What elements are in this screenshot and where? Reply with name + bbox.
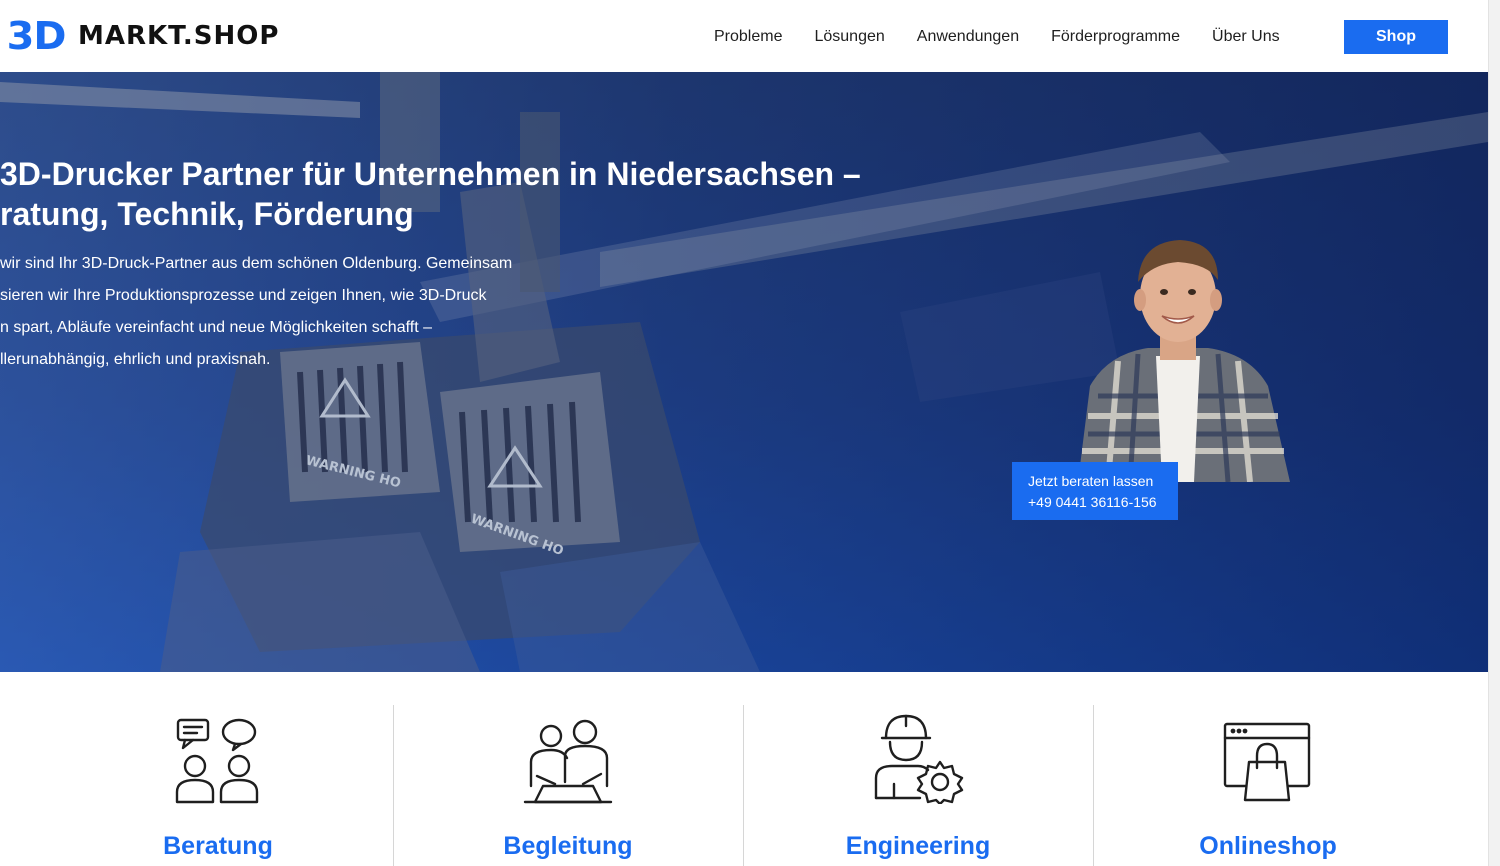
hero-text-line-4: llerunabhängig, ehrlich und praxisnah. [0,351,271,368]
nav-link-loesungen[interactable]: Lösungen [814,28,884,46]
browser-shopping-bag-icon [1223,722,1311,802]
cta-phone: +49 0441 36116-156 [1028,494,1157,510]
nav-link-foerderprogramme[interactable]: Förderprogramme [1051,28,1180,46]
main-nav: Probleme Lösungen Anwendungen Förderprog… [714,28,1312,46]
hero-title: 3D-Drucker Partner für Unternehmen in Ni… [0,154,920,234]
nav-link-ueber-uns[interactable]: Über Uns [1212,28,1280,46]
feature-label-onlineshop: Onlineshop [1199,832,1337,860]
site-header: 3D MARKT.SHOP Probleme Lösungen Anwendun… [0,0,1488,72]
shop-button[interactable]: Shop [1344,20,1448,54]
features-section: Beratung Begleitung Engineering Onlinesh… [0,672,1488,866]
nav-link-anwendungen[interactable]: Anwendungen [917,28,1019,46]
cta-label: Jetzt beraten lassen [1028,473,1154,489]
page: 3D MARKT.SHOP Probleme Lösungen Anwendun… [0,0,1500,866]
feature-label-beratung: Beratung [163,832,273,860]
hero-text-line-2: sieren wir Ihre Produktionsprozesse und … [0,287,487,304]
printer-block-2 [440,372,620,552]
page-scrollbar[interactable] [1488,0,1500,866]
nav-link-probleme[interactable]: Probleme [714,28,782,46]
hero-text-line-3: n spart, Abläufe vereinfacht und neue Mö… [0,319,432,336]
logo-mark: 3D [6,14,67,58]
engineer-gear-icon [874,714,964,804]
hero-title-line-2: ratung, Technik, Förderung [0,196,414,232]
feature-label-begleitung: Begleitung [503,832,633,860]
hero-description: wir sind Ihr 3D-Druck-Partner aus dem sc… [0,248,560,376]
consulting-chat-icon [175,718,259,804]
consultation-cta-button[interactable]: Jetzt beraten lassen +49 0441 36116-156 [1012,462,1178,520]
feature-onlineshop[interactable]: Onlineshop [1093,672,1443,866]
logo-wordmark: MARKT.SHOP [77,21,280,51]
consultant-photo [1078,240,1290,482]
hero-text-line-1: wir sind Ihr 3D-Druck-Partner aus dem sc… [0,255,513,272]
feature-beratung[interactable]: Beratung [43,672,393,866]
team-support-icon [523,719,613,804]
hero-title-line-1: 3D-Drucker Partner für Unternehmen in Ni… [0,156,861,192]
feature-begleitung[interactable]: Begleitung [393,672,743,866]
feature-label-engineering: Engineering [845,832,991,860]
site-logo[interactable]: 3D MARKT.SHOP [6,14,280,58]
feature-engineering[interactable]: Engineering [743,672,1093,866]
hero-section: WARNING HO WARNING HO 3D-Drucker Partner… [0,72,1488,672]
